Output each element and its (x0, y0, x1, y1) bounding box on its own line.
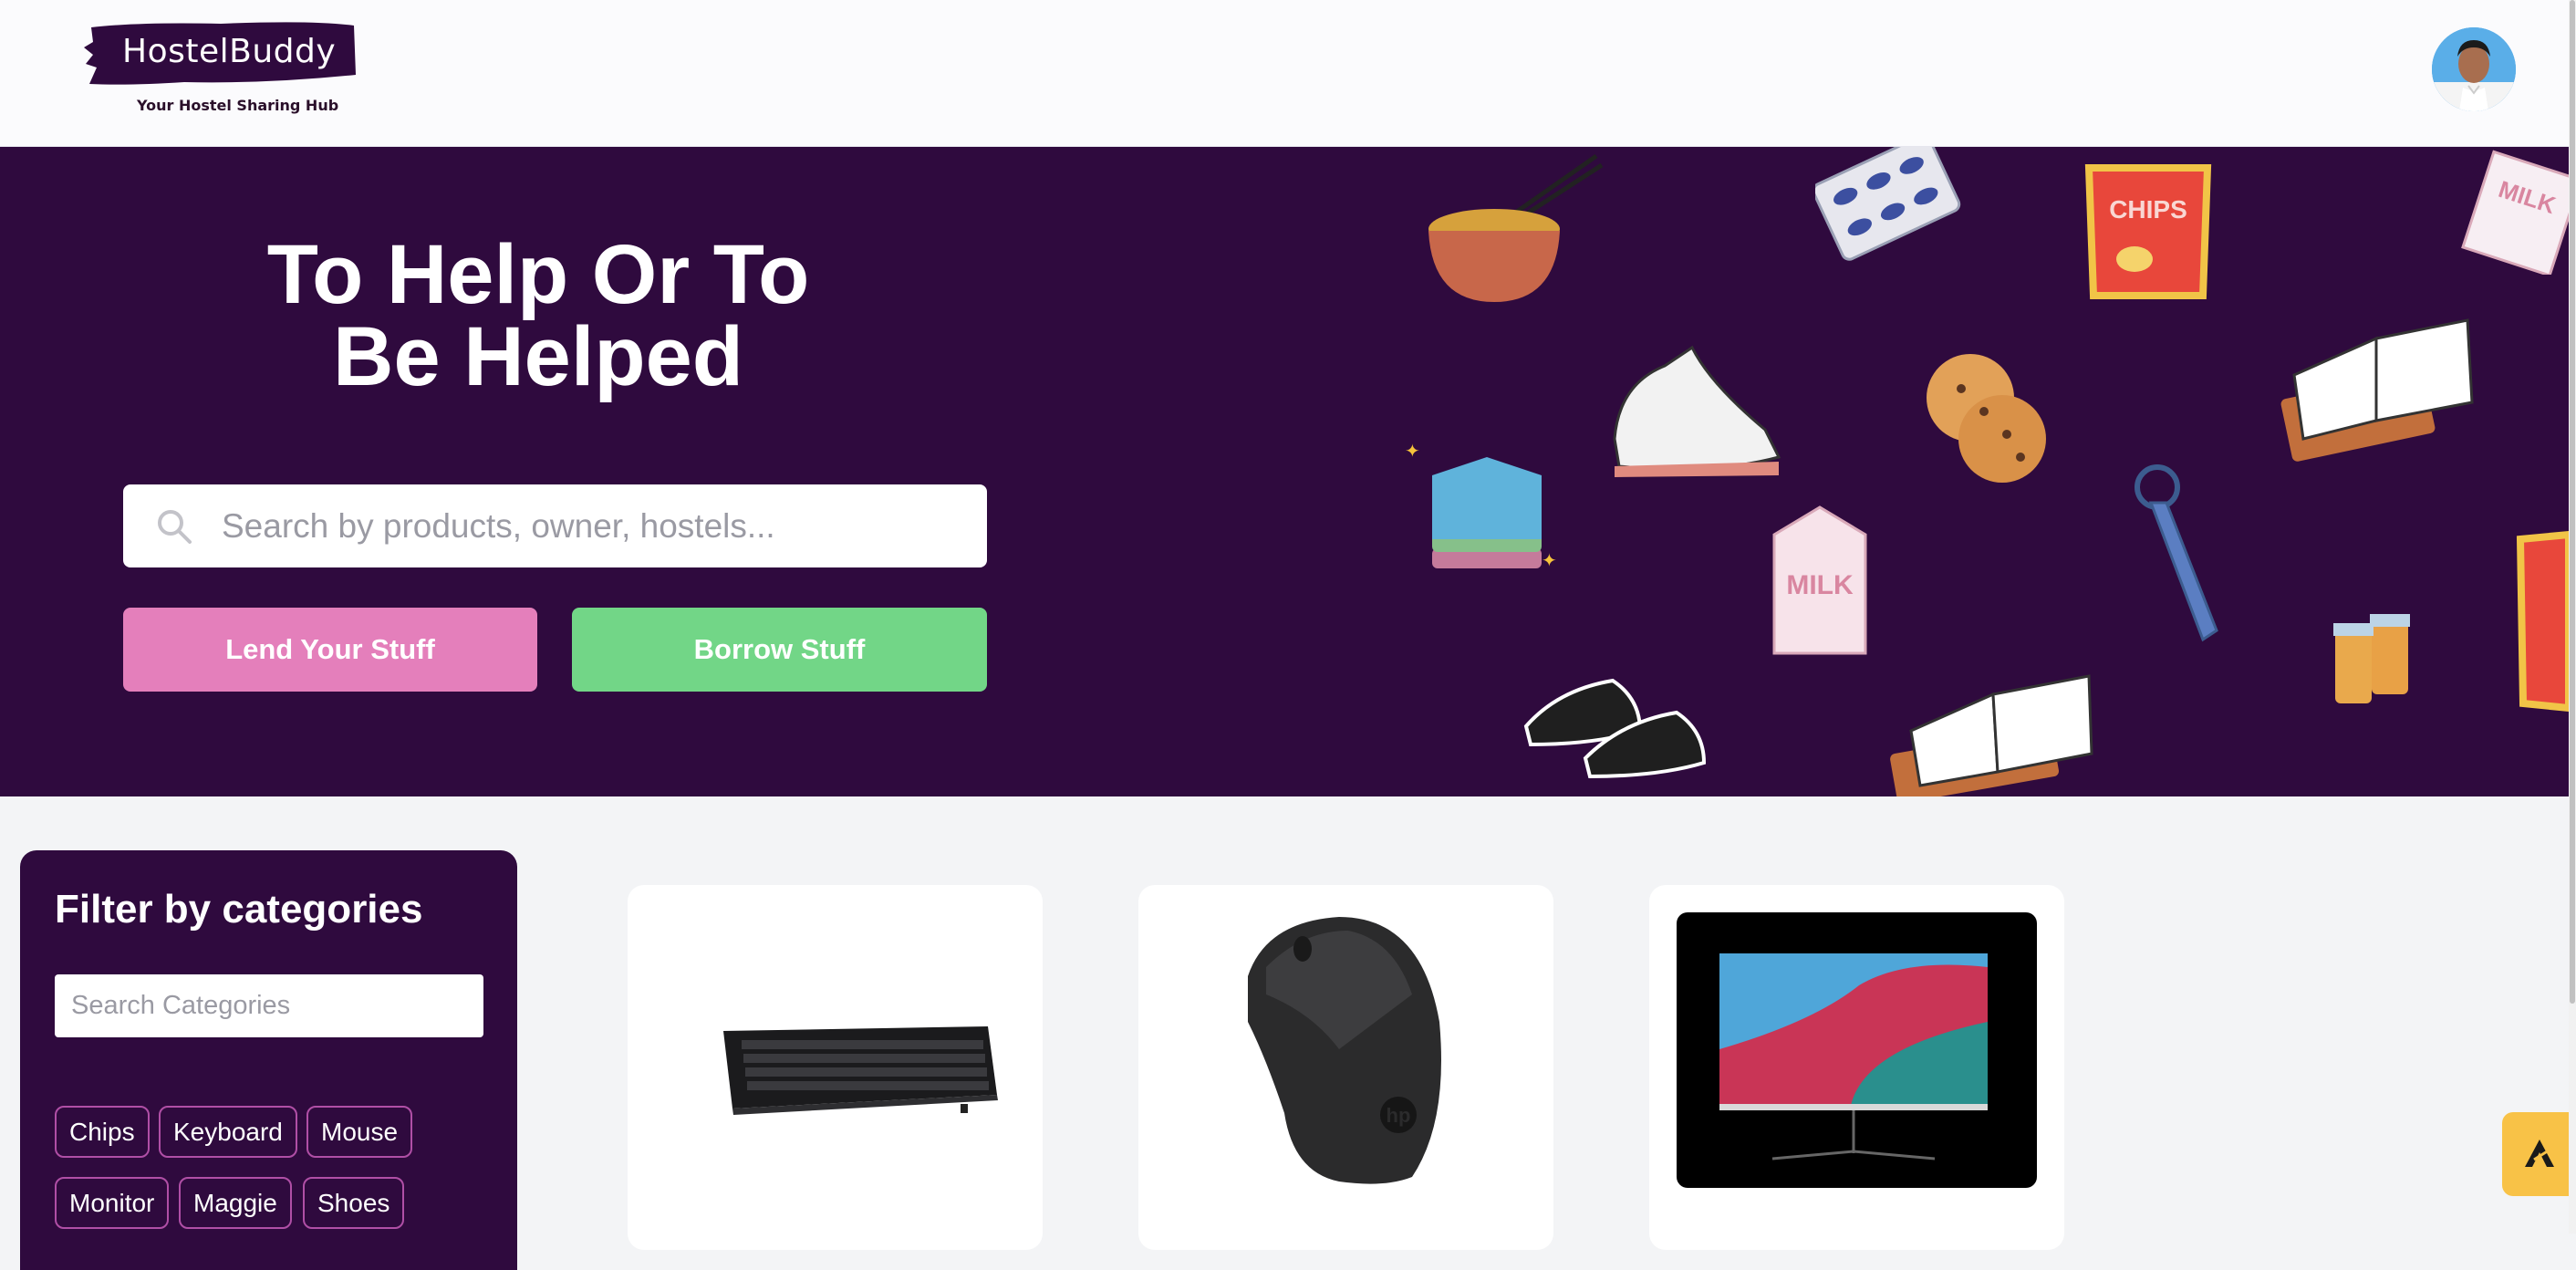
category-chip-chips[interactable]: Chips (55, 1106, 150, 1158)
category-chip-maggie[interactable]: Maggie (179, 1177, 292, 1229)
noodle-bowl-icon (1428, 153, 1604, 302)
avatar-photo-icon (2432, 27, 2516, 111)
slip-on-shoes-icon (1523, 678, 1707, 779)
lend-your-stuff-button[interactable]: Lend Your Stuff (123, 608, 537, 692)
category-filter-panel: Filter by categories Chips Keyboard Mous… (20, 850, 517, 1270)
pill-strip-icon (1815, 147, 1961, 261)
page-scrollbar[interactable] (2569, 0, 2576, 1234)
logo-tagline: Your Hostel Sharing Hub (137, 97, 339, 114)
category-chip-monitor[interactable]: Monitor (55, 1177, 170, 1229)
svg-text:✦: ✦ (1405, 442, 1420, 462)
mouse-image: hp (1220, 912, 1471, 1188)
chips-packet-icon (2516, 530, 2569, 713)
cookies-icon (1927, 354, 2046, 483)
category-chip-shoes[interactable]: Shoes (303, 1177, 405, 1229)
filter-title: Filter by categories (55, 887, 423, 932)
hero-title-line-1: To Help Or To (266, 228, 810, 321)
product-card-monitor[interactable] (1649, 885, 2064, 1250)
chips-packet-label: CHIPS (2109, 195, 2187, 224)
search-icon (158, 509, 192, 544)
logo-name: HostelBuddy (122, 33, 337, 70)
folded-shirts-icon: ✦ ✦ (1405, 442, 1557, 571)
svg-text:hp: hp (1387, 1104, 1411, 1127)
chips-packet-icon: CHIPS (2084, 164, 2212, 299)
svg-text:✦: ✦ (1542, 551, 1557, 571)
product-search-input[interactable] (222, 498, 970, 554)
product-search-box[interactable] (123, 484, 987, 567)
milk-carton-icon: MILK (2461, 150, 2569, 275)
assistant-icon (2524, 1140, 2554, 1167)
hostelbuddy-logo[interactable]: HostelBuddy Your Hostel Sharing Hub (84, 20, 358, 120)
scrollbar-thumb[interactable] (2570, 0, 2575, 1004)
book-stack-icon (1890, 674, 2093, 796)
keyboard-image (723, 1026, 998, 1115)
sneaker-icon (1613, 345, 1781, 477)
category-chip-mouse[interactable]: Mouse (306, 1106, 413, 1158)
user-avatar[interactable] (2432, 27, 2516, 111)
product-card-keyboard[interactable] (628, 885, 1043, 1250)
milk-carton-label-2: MILK (1786, 570, 1854, 600)
necktie-icon (2135, 464, 2218, 642)
milk-carton-icon: MILK (1772, 505, 1867, 655)
product-card-mouse[interactable]: hp (1138, 885, 1553, 1250)
monitor-image (1677, 912, 2037, 1188)
borrow-stuff-button[interactable]: Borrow Stuff (572, 608, 987, 692)
medicine-bottles-icon (2333, 614, 2410, 703)
category-search-input[interactable] (55, 974, 483, 1037)
top-header: HostelBuddy Your Hostel Sharing Hub (0, 0, 2569, 147)
open-book-icon (2280, 318, 2474, 462)
category-chip-keyboard[interactable]: Keyboard (159, 1106, 297, 1158)
hero-banner: To Help Or To Be Helped Lend Your Stuff … (0, 147, 2569, 796)
help-button[interactable] (2502, 1112, 2576, 1196)
hero-title: To Help Or To Be Helped (128, 228, 949, 403)
hero-title-line-2: Be Helped (333, 310, 743, 403)
